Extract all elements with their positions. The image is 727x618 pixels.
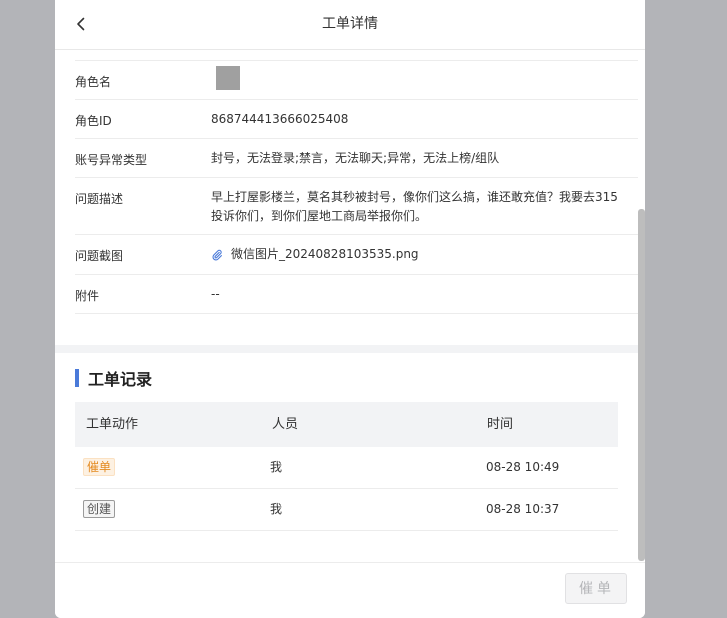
status-badge-create: 创建 — [83, 500, 116, 518]
column-header-action: 工单动作 — [86, 417, 139, 432]
role-id-label: 角色ID — [75, 114, 112, 128]
problem-description-label: 问题描述 — [75, 192, 124, 206]
table-row: 催单 我 08-28 10:49 — [75, 447, 618, 489]
problem-description-value: 早上打屋影楼兰，莫名其秒被封号，像你们这么搞，谁还敢充值？我要去315投诉你们，… — [211, 190, 618, 223]
section-divider — [55, 345, 645, 353]
work-order-detail-panel: 工单详情 角色名 角色ID 868744413666025408 账号异常类型 … — [55, 0, 645, 618]
person-cell: 我 — [270, 460, 283, 474]
person-cell: 我 — [270, 502, 283, 516]
time-cell: 08-28 10:49 — [486, 460, 560, 474]
problem-screenshot-label: 问题截图 — [75, 249, 124, 263]
detail-row-problem-screenshot: 问题截图 微信图片_20240828103535.png — [75, 235, 638, 275]
action-cell: 创建 — [83, 489, 116, 530]
scrollbar-thumb[interactable] — [638, 209, 645, 561]
account-issue-type-value: 封号，无法登录;禁言，无法聊天;异常，无法上榜/组队 — [211, 151, 500, 165]
time-cell: 08-28 10:37 — [486, 502, 560, 516]
column-header-person: 人员 — [272, 417, 299, 432]
footer-bar: 催单 — [55, 562, 645, 618]
detail-row-problem-description: 问题描述 早上打屋影楼兰，莫名其秒被封号，像你们这么搞，谁还敢充值？我要去315… — [75, 178, 638, 235]
table-header: 工单动作 人员 时间 — [75, 402, 618, 447]
detail-row-role-id: 角色ID 868744413666025408 — [75, 100, 638, 139]
attachment-label: 附件 — [75, 289, 100, 303]
detail-row-attachment: 附件 -- — [75, 275, 638, 314]
account-issue-type-label: 账号异常类型 — [75, 153, 148, 167]
records-title: 工单记录 — [88, 370, 153, 389]
role-id-value: 868744413666025408 — [211, 112, 349, 126]
screenshot-file-link[interactable]: 微信图片_20240828103535.png — [211, 245, 631, 264]
attachment-value: -- — [211, 287, 220, 301]
records-table: 工单动作 人员 时间 催单 我 08-28 10:49 创建 我 08-28 1… — [75, 402, 618, 531]
section-accent-bar — [75, 369, 79, 387]
action-cell: 催单 — [83, 447, 116, 488]
detail-row-account-issue-type: 账号异常类型 封号，无法登录;禁言，无法聊天;异常，无法上榜/组队 — [75, 139, 638, 178]
page-title: 工单详情 — [322, 16, 378, 32]
header: 工单详情 — [55, 0, 645, 50]
screenshot-file-name[interactable]: 微信图片_20240828103535.png — [231, 245, 419, 264]
paperclip-icon — [211, 249, 223, 261]
role-name-label: 角色名 — [75, 75, 112, 89]
column-header-time: 时间 — [487, 417, 514, 432]
urge-button[interactable]: 催单 — [565, 573, 627, 604]
table-row: 创建 我 08-28 10:37 — [75, 489, 618, 531]
detail-row-role-name: 角色名 — [75, 61, 638, 100]
records-section-title: 工单记录 — [75, 368, 153, 389]
status-badge-urge: 催单 — [83, 458, 116, 476]
role-avatar — [216, 66, 240, 90]
